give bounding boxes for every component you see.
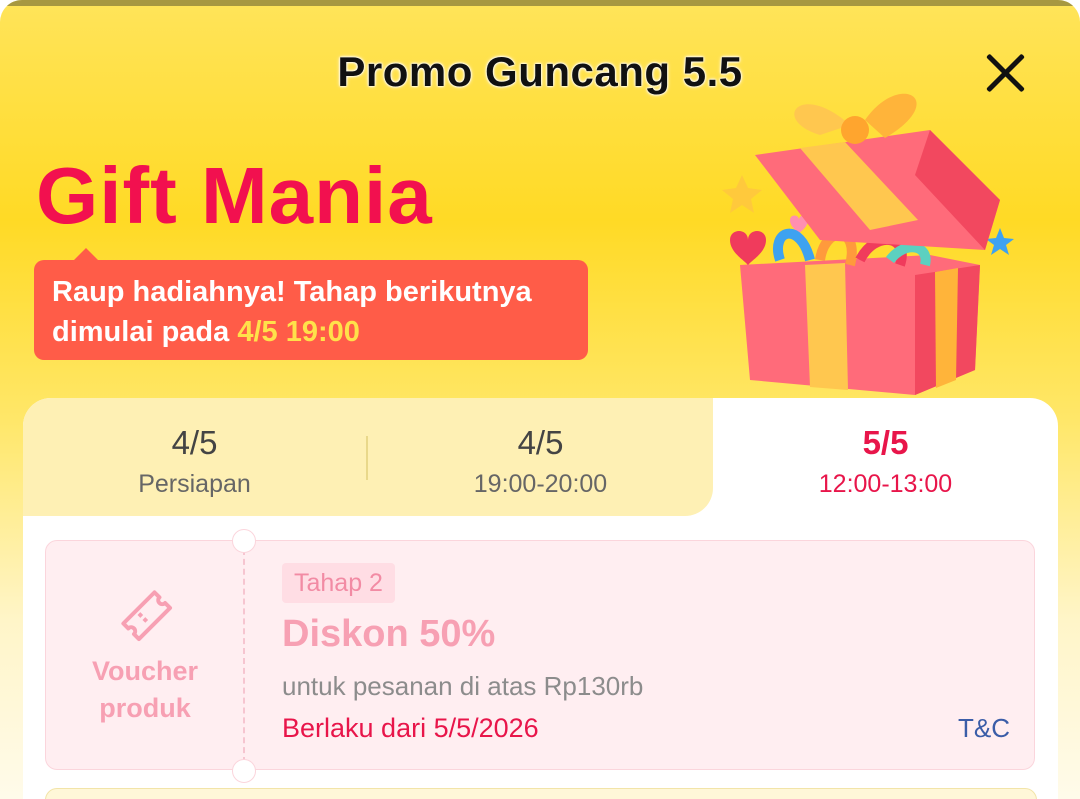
voucher-type-line-2: produk — [99, 693, 191, 723]
tab-date: 5/5 — [862, 424, 909, 461]
voucher-notch-bottom — [232, 759, 256, 783]
top-strip — [0, 0, 1080, 6]
discount-title: Diskon 50% — [282, 613, 496, 655]
brand-title: Gift Mania — [36, 151, 433, 240]
next-voucher-card[interactable] — [45, 788, 1037, 799]
voucher-perforation — [243, 549, 245, 763]
promo-sheet: Promo Guncang 5.5 Gift Mania Raup hadiah… — [0, 0, 1080, 799]
voucher-type-label: Voucher produk — [46, 653, 244, 727]
tab-time: 19:00-20:00 — [473, 470, 608, 498]
stage-tabs: 4/5 Persiapan 4/5 19:00-20:00 5/5 12:00-… — [23, 398, 1058, 516]
message-line-1: Raup hadiahnya! Tahap berikutnya — [52, 276, 532, 308]
validity-date: Berlaku dari 5/5/2026 — [282, 713, 539, 743]
message-highlight: 4/5 19:00 — [237, 316, 360, 348]
voucher-notch-top — [232, 529, 256, 553]
message-line-2: dimulai pada 4/5 19:00 — [52, 312, 570, 352]
stage-badge: Tahap 2 — [282, 563, 395, 603]
ticket-icon — [121, 590, 173, 642]
voucher-type-line-1: Voucher — [91, 656, 199, 686]
voucher-card[interactable]: Voucher produk Tahap 2 Diskon 50% untuk … — [45, 529, 1035, 783]
tab-time: Persiapan — [138, 470, 251, 498]
tab-stage-1[interactable]: 4/5 Persiapan — [23, 398, 366, 516]
tnc-link[interactable]: T&C — [958, 713, 1010, 744]
message-prefix: dimulai pada — [52, 316, 230, 348]
tab-stage-3[interactable]: 5/5 12:00-13:00 — [713, 398, 1058, 516]
tab-date: 4/5 — [171, 424, 218, 461]
gift-box-icon — [722, 93, 1014, 395]
tab-date: 4/5 — [517, 424, 564, 461]
next-stage-message: Raup hadiahnya! Tahap berikutnya dimulai… — [34, 248, 588, 360]
tab-time: 12:00-13:00 — [818, 470, 953, 498]
tab-stage-2[interactable]: 4/5 19:00-20:00 — [368, 398, 713, 516]
minimum-order: untuk pesanan di atas Rp130rb — [282, 671, 644, 701]
voucher-type: Voucher produk — [46, 541, 244, 769]
